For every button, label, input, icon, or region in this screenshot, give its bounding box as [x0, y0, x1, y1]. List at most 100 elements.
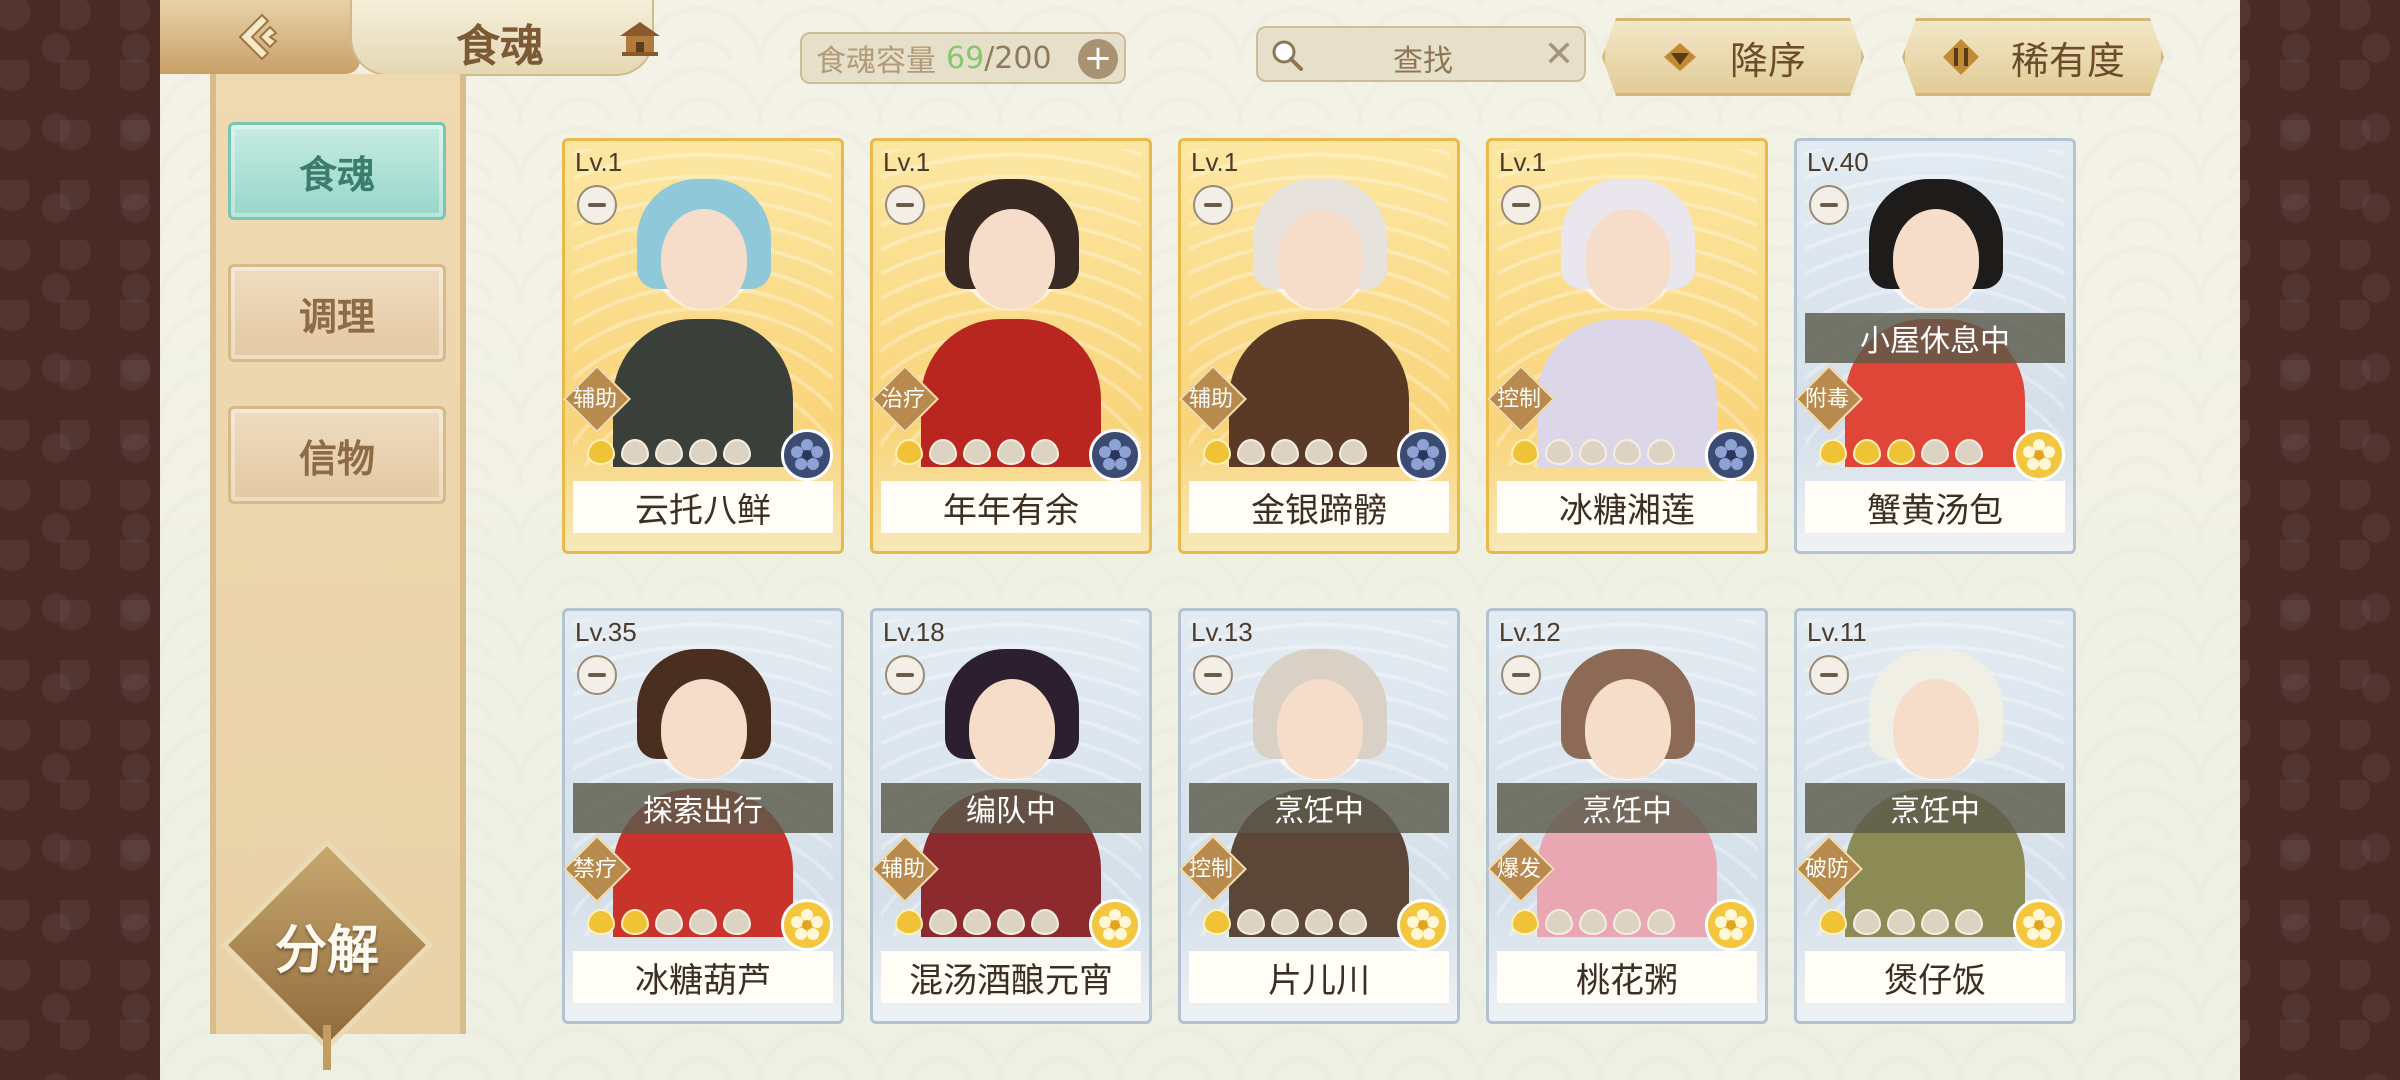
food-soul-card[interactable]: Lv.1 辅助 金银蹄髈	[1178, 138, 1460, 554]
rarity-star-icon	[1203, 909, 1231, 935]
rarity-star-icon	[621, 909, 649, 935]
food-soul-card[interactable]: 编队中 Lv.18 辅助 混汤酒酿元宵	[870, 608, 1152, 1024]
sort-by-label: 稀有度	[2010, 38, 2125, 83]
portrait-face	[969, 209, 1055, 309]
sort-arrows-icon	[1941, 37, 1981, 77]
flower-icon	[1407, 909, 1439, 940]
role-badge: 辅助	[1179, 373, 1243, 421]
level-label: Lv.1	[1499, 147, 1547, 177]
status-banner: 编队中	[881, 783, 1141, 833]
sort-order-button[interactable]: 降序	[1602, 18, 1864, 96]
flower-icon	[1099, 439, 1131, 470]
status-banner: 烹饪中	[1497, 783, 1757, 833]
character-name: 冰糖葫芦	[573, 951, 833, 1003]
portrait-face	[1893, 209, 1979, 309]
role-badge: 禁疗	[563, 843, 627, 891]
role-badge: 破防	[1795, 843, 1859, 891]
sort-by-button[interactable]: 稀有度	[1902, 18, 2164, 96]
food-soul-card[interactable]: 探索出行 Lv.35 禁疗 冰糖葫芦	[562, 608, 844, 1024]
food-soul-card[interactable]: Lv.1 控制 冰糖湘莲	[1486, 138, 1768, 554]
rarity-star-icon	[1613, 439, 1641, 465]
rarity-star-icon	[1819, 439, 1847, 465]
level-label: Lv.11	[1807, 617, 1867, 647]
mood-icon	[885, 185, 925, 225]
rarity-star-icon	[1545, 909, 1573, 935]
portrait-face	[969, 679, 1055, 779]
element-badge	[1397, 899, 1449, 951]
capacity-max: /200	[984, 40, 1052, 76]
level-label: Lv.1	[575, 147, 623, 177]
rarity-star-icon	[1853, 439, 1881, 465]
role-label: 破防	[1804, 857, 1849, 882]
rarity-star-icon	[1339, 439, 1367, 465]
food-soul-card[interactable]: 烹饪中 Lv.13 控制片儿川	[1178, 608, 1460, 1024]
rarity-star-icon	[1031, 439, 1059, 465]
home-button[interactable]	[600, 10, 680, 70]
flower-icon	[1099, 909, 1131, 940]
capacity-current: 69	[946, 40, 985, 76]
food-soul-card[interactable]: 烹饪中 Lv.11 破防 煲仔饭	[1794, 608, 2076, 1024]
decompose-label[interactable]: 分解	[252, 908, 402, 983]
mood-icon	[1193, 655, 1233, 695]
rarity-star-icon	[1237, 439, 1265, 465]
rarity-star-icon	[1305, 909, 1333, 935]
rarity-star-icon	[1271, 909, 1299, 935]
element-badge	[2013, 899, 2065, 951]
flower-icon	[2023, 439, 2055, 470]
mood-icon	[1193, 185, 1233, 225]
element-badge	[781, 429, 833, 481]
character-name: 冰糖湘莲	[1497, 481, 1757, 533]
mood-icon	[1809, 655, 1849, 695]
rarity-star-icon	[723, 909, 751, 935]
level-label: Lv.13	[1191, 617, 1253, 647]
portrait-face	[1893, 679, 1979, 779]
tab-conditioning[interactable]: 调理	[228, 264, 446, 362]
portrait-face	[1585, 209, 1671, 309]
rarity-star-icon	[1031, 909, 1059, 935]
rarity-star-icon	[1511, 909, 1539, 935]
main-panel: 食魂 食魂容量 69 /200 + 查找 ✕ 降序 稀有度 食魂 调理 信物 分…	[160, 0, 2240, 1080]
role-label: 辅助	[1188, 387, 1233, 412]
rarity-stars	[1203, 439, 1367, 465]
food-soul-card[interactable]: 小屋休息中 Lv.40 附毒 蟹黄汤包	[1794, 138, 2076, 554]
rarity-star-icon	[689, 909, 717, 935]
back-button[interactable]	[160, 0, 360, 74]
rarity-star-icon	[1921, 439, 1949, 465]
role-label: 爆发	[1496, 857, 1541, 882]
character-name: 混汤酒酿元宵	[881, 951, 1141, 1003]
rarity-stars	[1203, 909, 1367, 935]
role-badge: 控制	[1179, 843, 1243, 891]
rarity-star-icon	[963, 909, 991, 935]
rarity-star-icon	[1819, 909, 1847, 935]
role-label: 辅助	[880, 857, 925, 882]
character-name: 云托八鲜	[573, 481, 833, 533]
role-label: 禁疗	[572, 857, 617, 882]
level-label: Lv.35	[575, 617, 637, 647]
rarity-star-icon	[655, 909, 683, 935]
status-banner: 烹饪中	[1805, 783, 2065, 833]
food-soul-card[interactable]: Lv.1 治疗 年年有余	[870, 138, 1152, 554]
tab-token[interactable]: 信物	[228, 406, 446, 504]
character-name: 桃花粥	[1497, 951, 1757, 1003]
character-name: 金银蹄髈	[1189, 481, 1449, 533]
rarity-star-icon	[1955, 439, 1983, 465]
status-banner: 烹饪中	[1189, 783, 1449, 833]
element-badge	[781, 899, 833, 951]
mood-icon	[577, 655, 617, 695]
portrait-face	[661, 209, 747, 309]
character-name: 片儿川	[1189, 951, 1449, 1003]
mood-icon	[577, 185, 617, 225]
rarity-stars	[1819, 909, 1983, 935]
food-soul-card[interactable]: Lv.1 辅助 云托八鲜	[562, 138, 844, 554]
tab-food-soul[interactable]: 食魂	[228, 122, 446, 220]
clear-search-icon[interactable]: ✕	[1544, 34, 1574, 75]
search-input[interactable]: 查找	[1318, 36, 1528, 80]
food-soul-card[interactable]: 烹饪中 Lv.12 爆发 桃花粥	[1486, 608, 1768, 1024]
rarity-star-icon	[655, 439, 683, 465]
rarity-star-icon	[1613, 909, 1641, 935]
search-box[interactable]: 查找 ✕	[1256, 26, 1586, 82]
capacity-label: 食魂容量	[816, 44, 936, 79]
portrait-face	[661, 679, 747, 779]
portrait-face	[1277, 679, 1363, 779]
add-capacity-button[interactable]: +	[1078, 39, 1118, 79]
